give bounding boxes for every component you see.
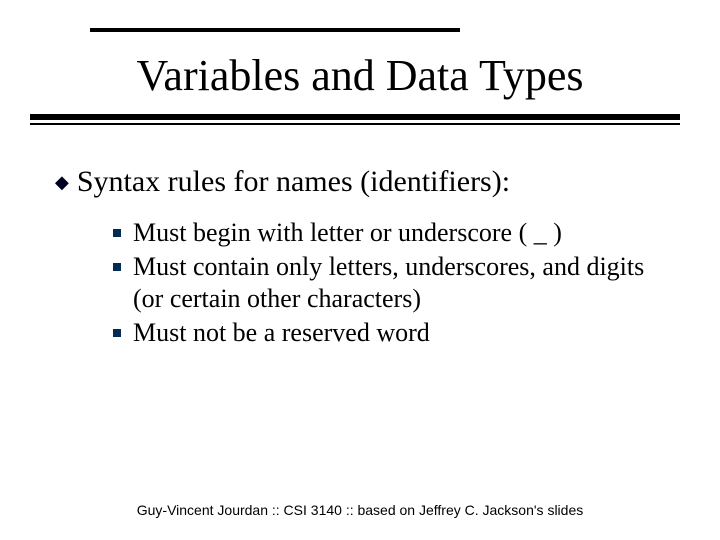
diamond-bullet-icon: ◆: [55, 165, 69, 199]
level2-item: Must contain only letters, underscores, …: [113, 251, 680, 315]
slide-title: Variables and Data Types: [0, 50, 720, 101]
rule-double: [30, 114, 680, 125]
square-bullet-icon: [113, 229, 121, 237]
rule-thin: [30, 123, 680, 125]
level2-text: Must begin with letter or underscore ( _…: [133, 217, 562, 249]
level1-item: ◆ Syntax rules for names (identifiers):: [55, 165, 680, 199]
level2-item: Must not be a reserved word: [113, 317, 680, 349]
level2-text: Must not be a reserved word: [133, 317, 430, 349]
square-bullet-icon: [113, 329, 121, 337]
footer-attribution: Guy-Vincent Jourdan :: CSI 3140 :: based…: [0, 502, 720, 518]
level1-text: Syntax rules for names (identifiers):: [77, 165, 510, 199]
rule-top: [90, 28, 460, 32]
slide: Variables and Data Types ◆ Syntax rules …: [0, 0, 720, 540]
rule-thick: [30, 114, 680, 120]
level2-text: Must contain only letters, underscores, …: [133, 251, 680, 315]
level2-item: Must begin with letter or underscore ( _…: [113, 217, 680, 249]
level2-list: Must begin with letter or underscore ( _…: [55, 217, 680, 349]
slide-body: ◆ Syntax rules for names (identifiers): …: [55, 165, 680, 351]
square-bullet-icon: [113, 263, 121, 271]
